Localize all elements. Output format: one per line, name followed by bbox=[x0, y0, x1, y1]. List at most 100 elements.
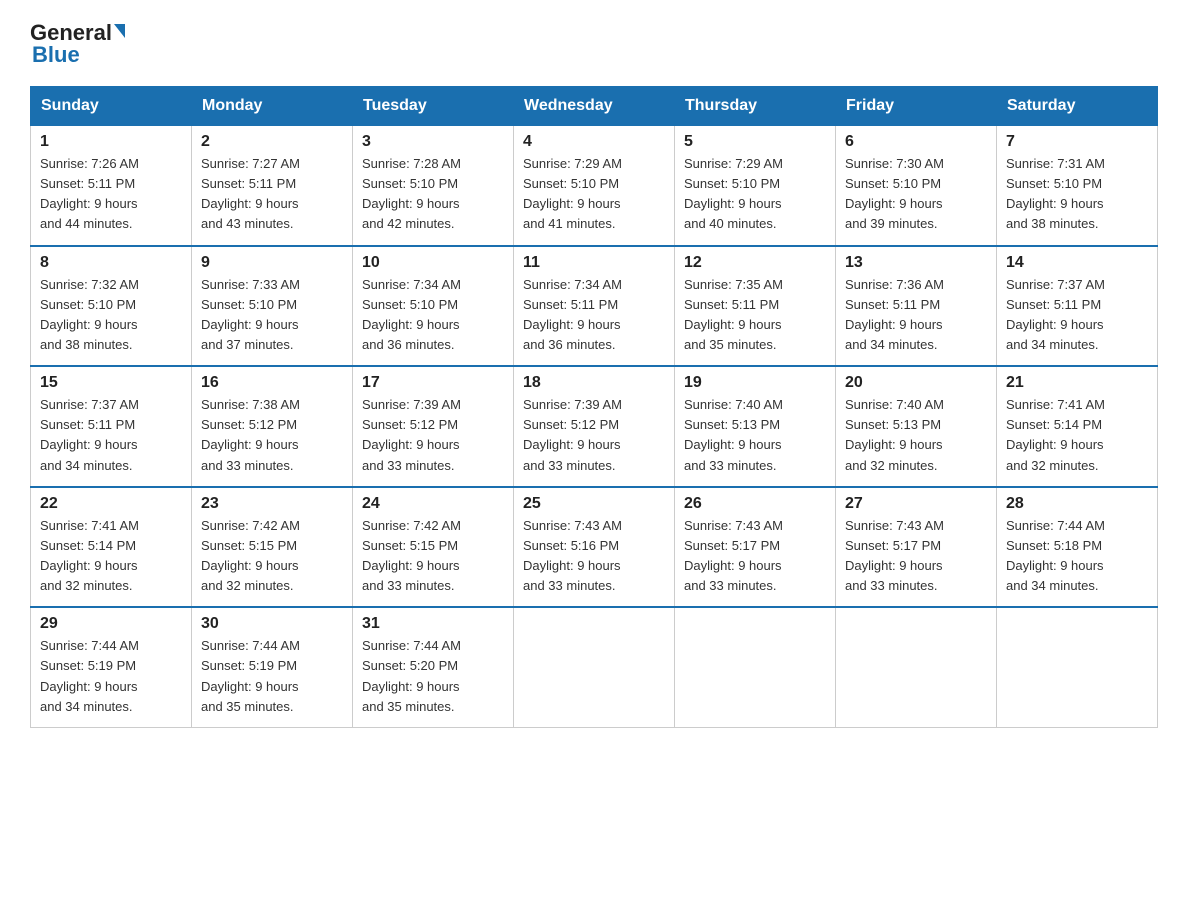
day-info: Sunrise: 7:27 AMSunset: 5:11 PMDaylight:… bbox=[201, 156, 300, 231]
calendar-cell: 14 Sunrise: 7:37 AMSunset: 5:11 PMDaylig… bbox=[997, 246, 1158, 367]
col-header-tuesday: Tuesday bbox=[353, 87, 514, 126]
calendar-week-row: 8 Sunrise: 7:32 AMSunset: 5:10 PMDayligh… bbox=[31, 246, 1158, 367]
day-info: Sunrise: 7:43 AMSunset: 5:16 PMDaylight:… bbox=[523, 518, 622, 593]
day-info: Sunrise: 7:42 AMSunset: 5:15 PMDaylight:… bbox=[362, 518, 461, 593]
calendar-table: SundayMondayTuesdayWednesdayThursdayFrid… bbox=[30, 86, 1158, 728]
calendar-cell: 21 Sunrise: 7:41 AMSunset: 5:14 PMDaylig… bbox=[997, 366, 1158, 487]
day-info: Sunrise: 7:33 AMSunset: 5:10 PMDaylight:… bbox=[201, 277, 300, 352]
day-number: 23 bbox=[201, 495, 343, 513]
day-number: 5 bbox=[684, 133, 826, 151]
col-header-sunday: Sunday bbox=[31, 87, 192, 126]
day-number: 12 bbox=[684, 254, 826, 272]
col-header-monday: Monday bbox=[192, 87, 353, 126]
calendar-cell: 29 Sunrise: 7:44 AMSunset: 5:19 PMDaylig… bbox=[31, 607, 192, 727]
day-number: 11 bbox=[523, 254, 665, 272]
calendar-cell: 30 Sunrise: 7:44 AMSunset: 5:19 PMDaylig… bbox=[192, 607, 353, 727]
logo-blue: Blue bbox=[30, 42, 80, 68]
calendar-header-row: SundayMondayTuesdayWednesdayThursdayFrid… bbox=[31, 87, 1158, 126]
day-number: 4 bbox=[523, 133, 665, 151]
calendar-cell: 5 Sunrise: 7:29 AMSunset: 5:10 PMDayligh… bbox=[675, 126, 836, 246]
col-header-wednesday: Wednesday bbox=[514, 87, 675, 126]
day-number: 31 bbox=[362, 615, 504, 633]
col-header-thursday: Thursday bbox=[675, 87, 836, 126]
day-info: Sunrise: 7:43 AMSunset: 5:17 PMDaylight:… bbox=[684, 518, 783, 593]
day-number: 24 bbox=[362, 495, 504, 513]
calendar-cell: 22 Sunrise: 7:41 AMSunset: 5:14 PMDaylig… bbox=[31, 487, 192, 608]
calendar-cell: 26 Sunrise: 7:43 AMSunset: 5:17 PMDaylig… bbox=[675, 487, 836, 608]
col-header-saturday: Saturday bbox=[997, 87, 1158, 126]
day-info: Sunrise: 7:34 AMSunset: 5:11 PMDaylight:… bbox=[523, 277, 622, 352]
day-info: Sunrise: 7:32 AMSunset: 5:10 PMDaylight:… bbox=[40, 277, 139, 352]
day-info: Sunrise: 7:30 AMSunset: 5:10 PMDaylight:… bbox=[845, 156, 944, 231]
calendar-cell bbox=[836, 607, 997, 727]
day-info: Sunrise: 7:26 AMSunset: 5:11 PMDaylight:… bbox=[40, 156, 139, 231]
day-info: Sunrise: 7:43 AMSunset: 5:17 PMDaylight:… bbox=[845, 518, 944, 593]
calendar-cell: 9 Sunrise: 7:33 AMSunset: 5:10 PMDayligh… bbox=[192, 246, 353, 367]
calendar-cell: 12 Sunrise: 7:35 AMSunset: 5:11 PMDaylig… bbox=[675, 246, 836, 367]
calendar-cell: 31 Sunrise: 7:44 AMSunset: 5:20 PMDaylig… bbox=[353, 607, 514, 727]
calendar-cell: 3 Sunrise: 7:28 AMSunset: 5:10 PMDayligh… bbox=[353, 126, 514, 246]
day-info: Sunrise: 7:39 AMSunset: 5:12 PMDaylight:… bbox=[362, 397, 461, 472]
calendar-week-row: 22 Sunrise: 7:41 AMSunset: 5:14 PMDaylig… bbox=[31, 487, 1158, 608]
calendar-cell: 23 Sunrise: 7:42 AMSunset: 5:15 PMDaylig… bbox=[192, 487, 353, 608]
day-number: 19 bbox=[684, 374, 826, 392]
page-header: General Blue bbox=[30, 20, 1158, 68]
day-number: 8 bbox=[40, 254, 182, 272]
day-number: 20 bbox=[845, 374, 987, 392]
calendar-cell: 2 Sunrise: 7:27 AMSunset: 5:11 PMDayligh… bbox=[192, 126, 353, 246]
calendar-cell: 1 Sunrise: 7:26 AMSunset: 5:11 PMDayligh… bbox=[31, 126, 192, 246]
calendar-week-row: 15 Sunrise: 7:37 AMSunset: 5:11 PMDaylig… bbox=[31, 366, 1158, 487]
day-number: 18 bbox=[523, 374, 665, 392]
day-number: 26 bbox=[684, 495, 826, 513]
calendar-cell: 19 Sunrise: 7:40 AMSunset: 5:13 PMDaylig… bbox=[675, 366, 836, 487]
day-info: Sunrise: 7:37 AMSunset: 5:11 PMDaylight:… bbox=[1006, 277, 1105, 352]
day-info: Sunrise: 7:36 AMSunset: 5:11 PMDaylight:… bbox=[845, 277, 944, 352]
calendar-cell: 20 Sunrise: 7:40 AMSunset: 5:13 PMDaylig… bbox=[836, 366, 997, 487]
day-info: Sunrise: 7:41 AMSunset: 5:14 PMDaylight:… bbox=[40, 518, 139, 593]
calendar-cell bbox=[997, 607, 1158, 727]
calendar-cell bbox=[514, 607, 675, 727]
calendar-cell: 25 Sunrise: 7:43 AMSunset: 5:16 PMDaylig… bbox=[514, 487, 675, 608]
calendar-week-row: 1 Sunrise: 7:26 AMSunset: 5:11 PMDayligh… bbox=[31, 126, 1158, 246]
day-info: Sunrise: 7:28 AMSunset: 5:10 PMDaylight:… bbox=[362, 156, 461, 231]
day-info: Sunrise: 7:41 AMSunset: 5:14 PMDaylight:… bbox=[1006, 397, 1105, 472]
day-number: 15 bbox=[40, 374, 182, 392]
calendar-cell: 27 Sunrise: 7:43 AMSunset: 5:17 PMDaylig… bbox=[836, 487, 997, 608]
day-number: 7 bbox=[1006, 133, 1148, 151]
calendar-cell: 16 Sunrise: 7:38 AMSunset: 5:12 PMDaylig… bbox=[192, 366, 353, 487]
calendar-week-row: 29 Sunrise: 7:44 AMSunset: 5:19 PMDaylig… bbox=[31, 607, 1158, 727]
day-info: Sunrise: 7:40 AMSunset: 5:13 PMDaylight:… bbox=[845, 397, 944, 472]
day-number: 17 bbox=[362, 374, 504, 392]
day-info: Sunrise: 7:40 AMSunset: 5:13 PMDaylight:… bbox=[684, 397, 783, 472]
calendar-cell bbox=[675, 607, 836, 727]
calendar-cell: 11 Sunrise: 7:34 AMSunset: 5:11 PMDaylig… bbox=[514, 246, 675, 367]
logo: General Blue bbox=[30, 20, 125, 68]
day-number: 10 bbox=[362, 254, 504, 272]
calendar-cell: 28 Sunrise: 7:44 AMSunset: 5:18 PMDaylig… bbox=[997, 487, 1158, 608]
calendar-cell: 6 Sunrise: 7:30 AMSunset: 5:10 PMDayligh… bbox=[836, 126, 997, 246]
day-info: Sunrise: 7:35 AMSunset: 5:11 PMDaylight:… bbox=[684, 277, 783, 352]
day-info: Sunrise: 7:44 AMSunset: 5:19 PMDaylight:… bbox=[40, 638, 139, 713]
day-info: Sunrise: 7:29 AMSunset: 5:10 PMDaylight:… bbox=[523, 156, 622, 231]
calendar-cell: 7 Sunrise: 7:31 AMSunset: 5:10 PMDayligh… bbox=[997, 126, 1158, 246]
calendar-cell: 15 Sunrise: 7:37 AMSunset: 5:11 PMDaylig… bbox=[31, 366, 192, 487]
day-info: Sunrise: 7:37 AMSunset: 5:11 PMDaylight:… bbox=[40, 397, 139, 472]
day-info: Sunrise: 7:42 AMSunset: 5:15 PMDaylight:… bbox=[201, 518, 300, 593]
calendar-cell: 17 Sunrise: 7:39 AMSunset: 5:12 PMDaylig… bbox=[353, 366, 514, 487]
day-number: 1 bbox=[40, 133, 182, 151]
day-number: 27 bbox=[845, 495, 987, 513]
day-number: 30 bbox=[201, 615, 343, 633]
day-info: Sunrise: 7:39 AMSunset: 5:12 PMDaylight:… bbox=[523, 397, 622, 472]
day-info: Sunrise: 7:38 AMSunset: 5:12 PMDaylight:… bbox=[201, 397, 300, 472]
day-number: 13 bbox=[845, 254, 987, 272]
day-number: 16 bbox=[201, 374, 343, 392]
day-number: 22 bbox=[40, 495, 182, 513]
day-info: Sunrise: 7:44 AMSunset: 5:18 PMDaylight:… bbox=[1006, 518, 1105, 593]
day-number: 21 bbox=[1006, 374, 1148, 392]
day-info: Sunrise: 7:29 AMSunset: 5:10 PMDaylight:… bbox=[684, 156, 783, 231]
day-number: 6 bbox=[845, 133, 987, 151]
logo-triangle-icon bbox=[114, 24, 125, 38]
day-info: Sunrise: 7:31 AMSunset: 5:10 PMDaylight:… bbox=[1006, 156, 1105, 231]
day-number: 25 bbox=[523, 495, 665, 513]
day-number: 9 bbox=[201, 254, 343, 272]
